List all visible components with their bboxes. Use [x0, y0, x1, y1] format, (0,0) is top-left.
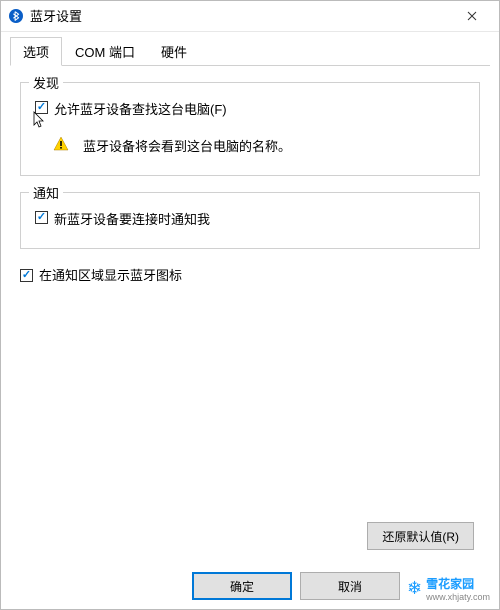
tab-hardware[interactable]: 硬件 — [148, 37, 200, 66]
window-title: 蓝牙设置 — [30, 6, 452, 25]
notify-checkbox[interactable] — [35, 211, 48, 224]
discovery-group: 发现 允许蓝牙设备查找这台电脑(F) 蓝牙设备将会看到这台电脑的名称。 — [20, 82, 480, 176]
tray-icon-checkbox[interactable] — [20, 269, 33, 282]
tab-bar: 选项 COM 端口 硬件 — [10, 36, 490, 66]
cursor-icon — [33, 111, 49, 134]
allow-discovery-label: 允许蓝牙设备查找这台电脑(F) — [54, 99, 227, 118]
ok-button[interactable]: 确定 — [192, 572, 292, 600]
close-button[interactable] — [452, 2, 492, 30]
notification-group: 通知 新蓝牙设备要连接时通知我 — [20, 192, 480, 249]
allow-discovery-checkbox[interactable] — [35, 101, 48, 114]
notify-row: 新蓝牙设备要连接时通知我 — [35, 209, 465, 228]
tab-content: 发现 允许蓝牙设备查找这台电脑(F) 蓝牙设备将会看到这台电脑的名称。 通知 — [0, 66, 500, 300]
allow-discovery-row: 允许蓝牙设备查找这台电脑(F) — [35, 99, 465, 118]
watermark-url: www.xhjaty.com — [426, 592, 490, 602]
cancel-button[interactable]: 取消 — [300, 572, 400, 600]
watermark-name: 雪花家园 — [426, 577, 474, 591]
discovery-group-title: 发现 — [29, 73, 63, 92]
discovery-info-row: 蓝牙设备将会看到这台电脑的名称。 — [53, 136, 465, 155]
tab-options[interactable]: 选项 — [10, 37, 62, 66]
watermark: ❄ 雪花家园 www.xhjaty.com — [403, 573, 494, 604]
discovery-info-text: 蓝牙设备将会看到这台电脑的名称。 — [83, 136, 291, 155]
tray-icon-label: 在通知区域显示蓝牙图标 — [39, 265, 182, 284]
titlebar: 蓝牙设置 — [0, 0, 500, 32]
warning-icon — [53, 136, 69, 152]
restore-defaults-button[interactable]: 还原默认值(R) — [367, 522, 474, 550]
notification-group-title: 通知 — [29, 183, 63, 202]
snowflake-icon: ❄ — [407, 578, 422, 599]
tray-icon-row: 在通知区域显示蓝牙图标 — [20, 265, 480, 284]
bluetooth-icon — [8, 8, 24, 24]
tab-com-ports[interactable]: COM 端口 — [62, 37, 148, 66]
notify-label: 新蓝牙设备要连接时通知我 — [54, 209, 210, 228]
